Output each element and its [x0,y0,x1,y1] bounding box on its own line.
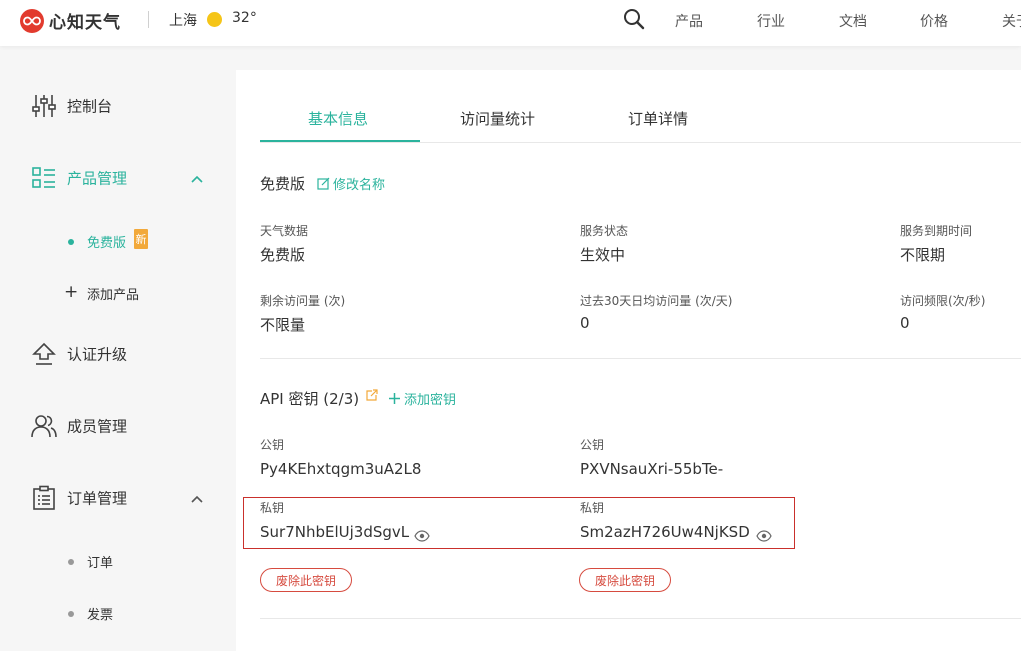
tab-basic-info[interactable]: 基本信息 [308,108,368,129]
chevron-up-icon[interactable] [190,491,204,505]
sun-icon [207,12,222,27]
search-icon[interactable] [623,8,645,34]
list-icon [31,165,57,191]
users-icon [31,413,57,439]
info-value-weather-data: 免费版 [260,246,306,264]
sidebar-subitem-invoice[interactable]: 发票 [0,598,236,628]
public-key-value: Py4KEhxtqgm3uA2L8 [260,460,422,478]
revoke-key-button[interactable]: 废除此密钥 [579,568,671,592]
sidebar-item-label: 订单管理 [67,489,128,508]
sidebar: 控制台 产品管理 免费版 新 + 添加产品 认证升级 成员管理 订单管理 订单 … [0,46,236,651]
nav-docs[interactable]: 文档 [839,11,867,31]
info-label-daily-average: 过去30天日均访问量 (次/天) [580,294,733,308]
sidebar-subitem-label: 免费版 [87,236,127,251]
tabs-divider [260,142,1021,143]
sidebar-item-members[interactable]: 成员管理 [0,406,236,446]
sidebar-item-console[interactable]: 控制台 [0,86,236,126]
section-divider [260,358,1021,359]
sidebar-item-label: 认证升级 [67,345,128,364]
infinity-logo-icon [20,8,44,33]
nav-about[interactable]: 关于 [1002,11,1021,31]
active-tab-indicator [260,140,420,142]
sidebar-subitem-label: 发票 [87,608,114,623]
city-name: 上海 [169,13,197,29]
top-header: 心知天气 上海 32° 产品 行业 文档 价格 关于 [0,0,1021,46]
add-key-link[interactable]: 添加密钥 [388,389,456,408]
sidebar-item-label: 成员管理 [67,417,128,436]
plan-title: 免费版 [260,175,306,193]
brand-name: 心知天气 [49,13,121,33]
plus-icon: + [64,282,79,302]
info-label-remaining-quota: 剩余访问量 (次) [260,294,346,308]
plus-icon [389,393,400,404]
info-value-service-status: 生效中 [580,246,626,264]
sidebar-subitem-label: 添加产品 [87,288,140,303]
info-value-daily-average: 0 [580,314,590,332]
temperature: 32° [232,10,257,26]
main-panel: 基本信息 访问量统计 订单详情 免费版 修改名称 天气数据 免费版 服务状态 生… [236,70,1021,651]
brand-logo[interactable]: 心知天气 [20,8,121,33]
revoke-key-button[interactable]: 废除此密钥 [260,568,352,592]
section-divider [260,618,1021,619]
upgrade-arrow-icon [31,341,57,367]
header-divider [148,11,149,28]
sliders-icon [31,93,57,119]
sidebar-subitem-add-product[interactable]: + 添加产品 [0,278,236,308]
clipboard-icon [31,485,57,511]
public-key-value: PXVNsauXri-55bTe- [580,460,724,478]
sidebar-item-product-management[interactable]: 产品管理 [0,158,236,198]
info-value-remaining-quota: 不限量 [260,316,306,334]
nav-products[interactable]: 产品 [675,11,703,31]
add-key-label: 添加密钥 [404,393,457,408]
new-badge: 新 [134,229,148,249]
bullet-dot [68,239,74,245]
bullet-dot [68,559,74,565]
external-link-icon[interactable] [366,386,378,401]
info-label-weather-data: 天气数据 [260,224,309,238]
public-key-label: 公钥 [580,438,605,452]
edit-icon [317,177,330,190]
nav-industry[interactable]: 行业 [757,11,785,31]
edit-name-label: 修改名称 [333,178,386,193]
public-key-label: 公钥 [260,438,285,452]
sidebar-item-orders[interactable]: 订单管理 [0,478,236,518]
sidebar-item-label: 产品管理 [67,169,128,188]
tab-order-details[interactable]: 订单详情 [628,108,688,129]
info-value-expiry: 不限期 [900,246,946,264]
sidebar-item-certification[interactable]: 认证升级 [0,334,236,374]
sidebar-subitem-free-plan[interactable]: 免费版 新 [0,226,236,256]
private-keys-highlight-box [243,497,795,549]
bullet-dot [68,611,74,617]
chevron-up-icon[interactable] [190,171,204,185]
info-label-service-status: 服务状态 [580,224,629,238]
info-label-expiry: 服务到期时间 [900,224,973,238]
sidebar-subitem-order[interactable]: 订单 [0,546,236,576]
edit-name-link[interactable]: 修改名称 [317,174,385,193]
info-label-rate-limit: 访问频限(次/秒) [900,294,986,308]
sidebar-item-label: 控制台 [67,97,113,116]
api-keys-title: API 密钥 (2/3) [260,390,360,408]
sidebar-subitem-label: 订单 [87,556,114,571]
tab-traffic-stats[interactable]: 访问量统计 [460,108,535,129]
nav-pricing[interactable]: 价格 [920,11,948,31]
info-value-rate-limit: 0 [900,314,910,332]
